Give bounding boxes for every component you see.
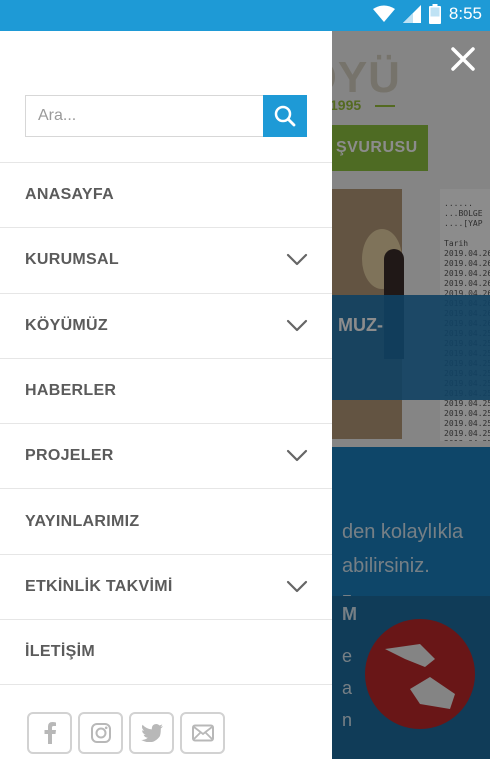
chevron-down-icon[interactable] xyxy=(286,449,308,463)
menu-item-iletisim[interactable]: İLETİŞİM xyxy=(0,620,332,686)
close-menu-button[interactable] xyxy=(447,43,479,75)
menu-item-yayinlarimiz[interactable]: YAYINLARIMIZ xyxy=(0,489,332,555)
facebook-button[interactable] xyxy=(27,712,72,754)
menu-item-etkinlik-takvimi[interactable]: ETKİNLİK TAKVİMİ xyxy=(0,555,332,621)
close-icon xyxy=(451,47,475,71)
instagram-icon xyxy=(90,723,111,743)
signal-icon xyxy=(402,5,421,23)
menu-item-kurumsal[interactable]: KURUMSAL xyxy=(0,228,332,294)
search-icon xyxy=(274,105,296,127)
menu-item-label: YAYINLARIMIZ xyxy=(25,512,140,530)
status-icons: 8:55 xyxy=(372,4,482,24)
wifi-icon xyxy=(372,5,395,22)
menu-item-projeler[interactable]: PROJELER xyxy=(0,424,332,490)
menu-item-anasayfa[interactable]: ANASAYFA xyxy=(0,163,332,229)
menu-item-label: ETKİNLİK TAKVİMİ xyxy=(25,577,173,595)
menu-item-label: HABERLER xyxy=(25,382,117,400)
mail-button[interactable] xyxy=(180,712,225,754)
menu-item-label: KURUMSAL xyxy=(25,251,119,269)
social-links xyxy=(27,712,225,754)
navigation-drawer: ANASAYFA KURUMSAL KÖYÜMÜZ HABERLER PROJE… xyxy=(0,31,332,759)
menu-item-label: KÖYÜMÜZ xyxy=(25,316,108,334)
status-time: 8:55 xyxy=(448,4,482,23)
chevron-down-icon[interactable] xyxy=(286,319,308,333)
menu-item-koyumuz[interactable]: KÖYÜMÜZ xyxy=(0,294,332,359)
search-input[interactable] xyxy=(25,95,263,137)
twitter-icon xyxy=(140,724,163,742)
twitter-button[interactable] xyxy=(129,712,174,754)
instagram-button[interactable] xyxy=(78,712,123,754)
search-button[interactable] xyxy=(263,95,307,137)
chevron-down-icon[interactable] xyxy=(286,253,308,267)
mail-icon xyxy=(191,724,214,742)
battery-icon xyxy=(428,4,441,24)
main-menu: ANASAYFA KURUMSAL KÖYÜMÜZ HABERLER PROJE… xyxy=(0,162,332,686)
facebook-icon xyxy=(44,722,56,744)
menu-item-haberler[interactable]: HABERLER xyxy=(0,359,332,425)
menu-item-label: İLETİŞİM xyxy=(25,643,95,661)
menu-item-label: PROJELER xyxy=(25,447,114,465)
chevron-down-icon[interactable] xyxy=(286,580,308,594)
search-bar xyxy=(25,95,307,137)
menu-item-label: ANASAYFA xyxy=(25,186,114,204)
status-bar: 8:55 xyxy=(0,0,490,31)
